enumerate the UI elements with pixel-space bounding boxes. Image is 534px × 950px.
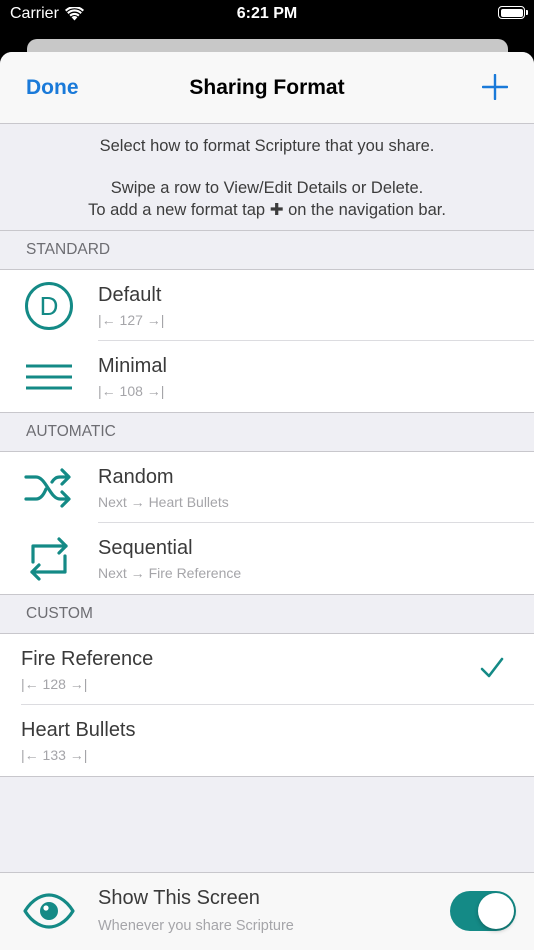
instruction-line-3-start: To add a new format tap	[88, 201, 266, 219]
section-header-standard: STANDARD	[0, 230, 534, 270]
instruction-line-1: Select how to format Scripture that you …	[99, 137, 435, 155]
row-subtitle: |← 127 →|	[98, 312, 165, 328]
row-title: Default	[98, 284, 162, 306]
navigation-bar: Done Sharing Format	[0, 52, 534, 124]
shuffle-icon	[24, 468, 71, 508]
sharing-format-sheet: Done Sharing Format Select how to format…	[0, 52, 534, 950]
toggle-knob	[478, 893, 514, 929]
show-screen-subtitle: Whenever you share Scripture	[98, 918, 294, 934]
lines-icon	[26, 364, 72, 390]
row-subtitle: |← 108 →|	[98, 383, 165, 399]
format-row-sequential[interactable]: Sequential Next → Fire Reference	[0, 523, 534, 594]
show-screen-bar: Show This Screen Whenever you share Scri…	[0, 872, 534, 950]
row-subtitle: |← 133 →|	[21, 747, 88, 763]
row-title: Fire Reference	[21, 648, 154, 670]
battery-icon	[498, 6, 528, 19]
eye-icon	[23, 893, 75, 929]
format-row-random[interactable]: Random Next → Heart Bullets	[0, 452, 534, 523]
status-bar: Carrier 6:21 PM	[0, 0, 534, 30]
row-title: Sequential	[98, 537, 193, 559]
page-title: Sharing Format	[189, 76, 345, 99]
instruction-line-2: Swipe a row to View/Edit Details or Dele…	[110, 179, 424, 197]
show-screen-title: Show This Screen	[98, 887, 260, 909]
status-time: 6:21 PM	[236, 5, 298, 22]
format-row-fire-reference[interactable]: Fire Reference |← 128 →|	[0, 634, 534, 705]
plus-icon[interactable]	[482, 74, 508, 100]
section-header-automatic: AUTOMATIC	[0, 412, 534, 452]
bold-plus-icon: ✚	[269, 201, 284, 219]
format-row-default[interactable]: D Default |← 127 →|	[0, 270, 534, 341]
checkmark-icon	[480, 657, 504, 678]
svg-text:D: D	[40, 291, 59, 321]
format-row-heart-bullets[interactable]: Heart Bullets |← 133 →|	[0, 705, 534, 777]
instructions: Select how to format Scripture that you …	[0, 124, 534, 230]
screen: Carrier 6:21 PM Done Sharing Format Sele…	[0, 0, 534, 950]
instruction-line-3-end: on the navigation bar.	[288, 201, 446, 219]
row-subtitle: Next → Fire Reference	[98, 565, 242, 581]
row-title: Heart Bullets	[21, 719, 136, 741]
section-header-custom: CUSTOM	[0, 594, 534, 634]
default-d-icon: D	[25, 282, 73, 330]
format-row-minimal[interactable]: Minimal |← 108 →|	[0, 341, 534, 412]
show-screen-toggle[interactable]	[450, 891, 516, 931]
repeat-icon	[30, 537, 68, 581]
row-title: Minimal	[98, 355, 167, 377]
instruction-line-3: To add a new format tap ✚ on the navigat…	[0, 200, 534, 221]
row-title: Random	[98, 466, 174, 488]
row-subtitle: |← 128 →|	[21, 676, 88, 692]
battery-fill	[500, 8, 523, 17]
row-subtitle: Next → Heart Bullets	[98, 494, 229, 510]
